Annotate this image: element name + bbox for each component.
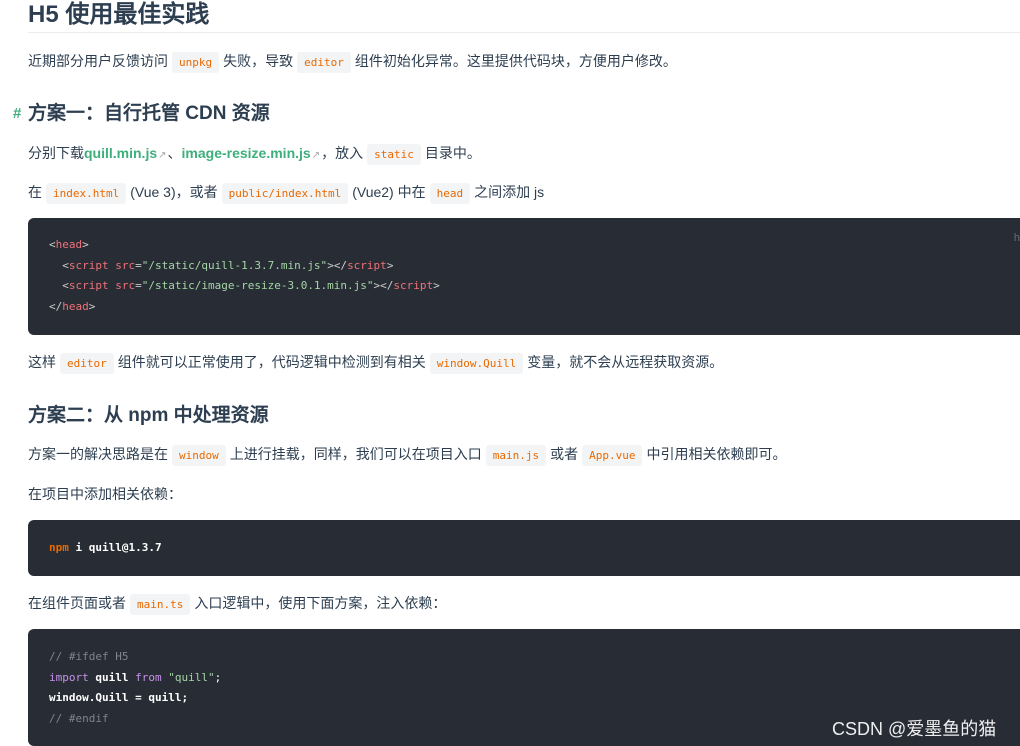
code-line: window.Quill = quill; (49, 691, 189, 704)
code-line: </head> (49, 299, 96, 313)
text: 或者 (550, 446, 579, 462)
code-line: <script src="/static/image-resize-3.0.1.… (62, 279, 440, 292)
page-title: H5 使用最佳实践 (28, 0, 1020, 33)
text: 中引用相关依赖即可。 (646, 446, 787, 462)
heading-text: 方案二：从 npm 中处理资源 (28, 405, 269, 426)
inline-code: window.Quill (429, 353, 524, 374)
inline-code: public/index.html (221, 183, 349, 204)
inline-code: App.vue (582, 445, 643, 466)
inline-code: editor (297, 52, 351, 73)
external-link-icon: ↗ (311, 150, 321, 161)
text: 在组件页面或者 (28, 595, 126, 611)
text: 失败，导致 (223, 53, 294, 69)
inline-code: window (172, 445, 226, 466)
text: 目录中。 (424, 145, 481, 161)
inline-code: head (429, 183, 471, 204)
section1-heading: # 方案一：自行托管 CDN 资源 (13, 101, 270, 127)
text: 入口逻辑中，使用下面方案，注入依赖： (194, 595, 447, 611)
text: 这样 (28, 354, 56, 370)
heading-text: 方案一：自行托管 CDN 资源 (28, 103, 270, 124)
text: 之间添加 js (474, 184, 545, 200)
text: ，放入 (321, 145, 364, 161)
inject-paragraph: 在组件页面或者 main.ts 入口逻辑中，使用下面方案，注入依赖： (28, 592, 446, 616)
text: (Vue2) 中在 (352, 184, 426, 200)
text: 近期部分用户反馈访问 (28, 53, 168, 69)
code-line: <head> (49, 238, 89, 251)
inline-code: index.html (46, 183, 127, 204)
header-anchor-icon[interactable]: # (13, 101, 21, 127)
text: (Vue 3)，或者 (130, 184, 218, 200)
inline-code: editor (60, 353, 114, 374)
npm-intro-paragraph: 方案一的解决思路是在 window 上进行挂载，同样，我们可以在项目入口 main.j… (28, 443, 786, 467)
text: 组件初始化异常。这里提供代码块，方便用户修改。 (354, 53, 677, 69)
image-resize-link[interactable]: image-resize.min.js (182, 145, 311, 161)
text: 、 (167, 145, 182, 161)
text: 在 (28, 184, 42, 200)
watermark: CSDN @爱墨鱼的猫 (832, 719, 997, 739)
code-line: npm i quill@1.3.7 (49, 541, 162, 554)
add-deps-paragraph: 在项目中添加相关依赖： (28, 486, 182, 502)
text: 分别下载 (28, 145, 84, 161)
code-language-label: h (1013, 232, 1020, 244)
inline-code: main.ts (130, 594, 191, 615)
code-line: // #ifdef H5 (49, 650, 129, 663)
intro-paragraph: 近期部分用户反馈访问 unpkg 失败，导致 editor 组件初始化异常。这里提供代码… (28, 50, 677, 74)
inline-code: static (367, 144, 421, 165)
text: 方案一的解决思路是在 (28, 446, 168, 462)
editor-paragraph: 这样 editor 组件就可以正常使用了，代码逻辑中检测到有相关 window.Qui… (28, 351, 723, 375)
text: 上进行挂载，同样，我们可以在项目入口 (229, 446, 482, 462)
html-paragraph: 在 index.html (Vue 3)，或者 public/index.html (V… (28, 181, 544, 205)
download-paragraph: 分别下载quill.min.js↗、image-resize.min.js↗，放… (28, 142, 481, 167)
text: 变量，就不会从远程获取资源。 (527, 354, 724, 370)
section2-heading: 方案二：从 npm 中处理资源 (28, 403, 269, 429)
code-line: import quill from "quill"; (49, 670, 222, 684)
external-link-icon: ↗ (158, 150, 167, 161)
inline-code: main.js (485, 445, 547, 466)
code-line: <script src="/static/quill-1.3.7.min.js"… (62, 258, 394, 272)
inline-code: unpkg (172, 52, 220, 73)
code-block-npm: npm i quill@1.3.7 (28, 520, 1020, 576)
code-block-html: h <head> <script src="/static/quill-1.3.… (28, 218, 1020, 335)
quill-link[interactable]: quill.min.js (84, 145, 157, 161)
text: 组件就可以正常使用了，代码逻辑中检测到有相关 (117, 354, 426, 370)
